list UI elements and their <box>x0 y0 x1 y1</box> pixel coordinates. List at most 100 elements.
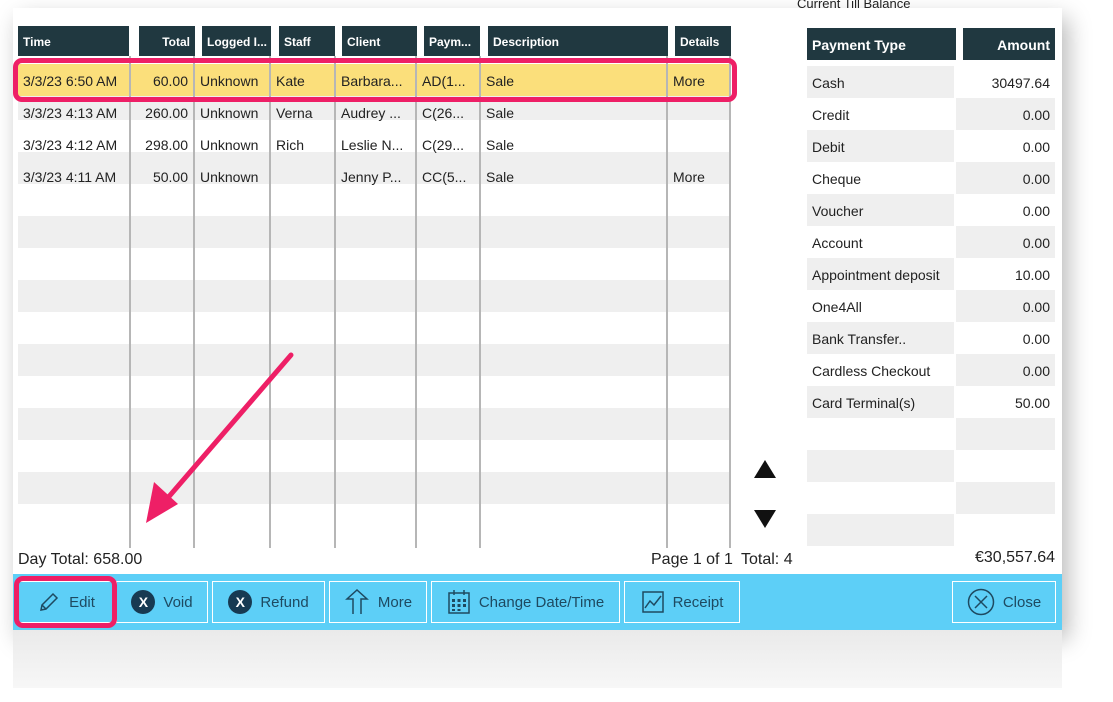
cell-time: 3/3/23 6:50 AM <box>23 73 118 89</box>
cell-total: 50.00 <box>152 169 188 185</box>
table-row[interactable]: 3/3/23 4:12 AM 298.00 Unknown Rich Leslie N.… <box>18 128 731 160</box>
payment-amount: 30497.64 <box>956 66 1055 98</box>
calendar-icon <box>447 589 471 615</box>
scroll-down-icon[interactable] <box>752 508 778 530</box>
change-date-time-button[interactable]: Change Date/Time <box>431 581 620 623</box>
grid-row-background <box>18 376 731 408</box>
close-label: Close <box>1002 593 1042 611</box>
column-divider <box>479 56 481 548</box>
payment-amount <box>956 514 1055 546</box>
edit-label: Edit <box>69 593 95 611</box>
payment-row: Bank Transfer.. 0.00 <box>807 322 1055 354</box>
window-shadow <box>13 630 1062 688</box>
cell-staff: Verna <box>276 105 313 121</box>
cell-client: Barbara... <box>341 73 403 89</box>
cell-payment: AD(1... <box>422 73 466 89</box>
more-label: More <box>377 593 413 611</box>
payment-amount <box>956 450 1055 482</box>
column-header-staff[interactable]: Staff <box>279 26 335 56</box>
payment-row: Cash 30497.64 <box>807 66 1055 98</box>
payment-amount: 0.00 <box>956 290 1055 322</box>
column-divider <box>193 56 195 548</box>
cell-staff: Rich <box>276 137 305 153</box>
scroll-up-icon[interactable] <box>752 458 778 480</box>
details-more-link[interactable]: More <box>668 64 729 96</box>
grid-row-background <box>18 344 731 376</box>
cell-payment: CC(5... <box>422 169 467 185</box>
payment-row: Appointment deposit 10.00 <box>807 258 1055 290</box>
column-header-description[interactable]: Description <box>488 26 668 56</box>
cell-logged-in: Unknown <box>200 169 259 185</box>
transactions-grid[interactable]: Time Total Logged I... Staff Client Paym… <box>18 26 731 548</box>
close-button[interactable]: Close <box>952 581 1056 623</box>
void-label: Void <box>163 593 193 611</box>
screenshot-stage: Current Till Balance Time Total Logged I… <box>0 0 1113 702</box>
chart-icon <box>641 590 665 614</box>
payment-amount: 0.00 <box>956 162 1055 194</box>
payment-row <box>807 514 1055 546</box>
details-more-link[interactable]: More <box>668 160 729 192</box>
payment-row <box>807 450 1055 482</box>
cell-staff: Kate <box>276 73 305 89</box>
refund-button[interactable]: X Refund <box>212 581 325 623</box>
payment-amount: 0.00 <box>956 130 1055 162</box>
grid-row-background <box>18 280 731 312</box>
payment-row <box>807 482 1055 514</box>
table-row[interactable]: 3/3/23 4:13 AM 260.00 Unknown Verna Audrey .… <box>18 96 731 128</box>
payment-type: Appointment deposit <box>807 258 954 290</box>
cell-description: Sale <box>486 169 515 185</box>
pencil-icon <box>37 590 61 614</box>
column-header-amount: Amount <box>963 28 1055 60</box>
payment-row: Cardless Checkout 0.00 <box>807 354 1055 386</box>
payment-type: Cash <box>807 66 954 98</box>
payment-amount: 0.00 <box>956 226 1055 258</box>
column-divider <box>415 56 417 548</box>
payment-amount <box>956 482 1055 514</box>
column-header-client[interactable]: Client <box>342 26 417 56</box>
cell-payment: C(26... <box>422 105 465 121</box>
grid-row-background <box>18 248 731 280</box>
total-count: Total: 4 <box>741 551 793 568</box>
receipt-label: Receipt <box>672 593 724 611</box>
payment-type: Card Terminal(s) <box>807 386 954 418</box>
cell-details <box>668 96 729 128</box>
cell-client: Leslie N... <box>341 137 404 153</box>
refund-label: Refund <box>260 593 309 611</box>
payment-type: Debit <box>807 130 954 162</box>
payment-type: Bank Transfer.. <box>807 322 954 354</box>
column-header-time[interactable]: Time <box>18 26 129 56</box>
close-circle-icon: X <box>228 590 253 614</box>
receipt-button[interactable]: Receipt <box>624 581 740 623</box>
cell-logged-in: Unknown <box>200 73 259 89</box>
table-row[interactable]: 3/3/23 4:11 AM 50.00 Unknown Jenny P... CC(5… <box>18 160 731 192</box>
cell-logged-in: Unknown <box>200 137 259 153</box>
column-header-details[interactable]: Details <box>675 26 731 56</box>
payment-amount: 0.00 <box>956 322 1055 354</box>
day-total: Day Total: 658.00 <box>18 551 143 568</box>
void-button[interactable]: X Void <box>116 581 208 623</box>
column-divider <box>666 56 668 548</box>
more-button[interactable]: More <box>329 581 427 623</box>
cell-total: 298.00 <box>145 137 188 153</box>
column-header-total[interactable]: Total <box>139 26 195 56</box>
payment-type <box>807 418 954 450</box>
payment-amount: 0.00 <box>956 194 1055 226</box>
payment-type: Voucher <box>807 194 954 226</box>
payment-summary-grid: Payment Type Amount Cash 30497.64 Credit 0.… <box>807 28 1055 548</box>
payment-amount: 0.00 <box>956 354 1055 386</box>
payment-type <box>807 450 954 482</box>
cell-client: Audrey ... <box>341 105 401 121</box>
payment-row: Debit 0.00 <box>807 130 1055 162</box>
table-row[interactable]: 3/3/23 6:50 AM 60.00 Unknown Kate Barbara...… <box>18 64 731 96</box>
cell-description: Sale <box>486 105 515 121</box>
column-header-logged-in[interactable]: Logged I... <box>202 26 271 56</box>
grid-row-background <box>18 408 731 440</box>
grid-row-background <box>18 472 731 504</box>
payment-row: Cheque 0.00 <box>807 162 1055 194</box>
payment-amount: 0.00 <box>956 98 1055 130</box>
column-header-payment[interactable]: Paym... <box>424 26 480 56</box>
payment-type: Credit <box>807 98 954 130</box>
payment-row: Card Terminal(s) 50.00 <box>807 386 1055 418</box>
edit-button[interactable]: Edit <box>18 581 114 623</box>
grid-row-background <box>18 504 731 536</box>
